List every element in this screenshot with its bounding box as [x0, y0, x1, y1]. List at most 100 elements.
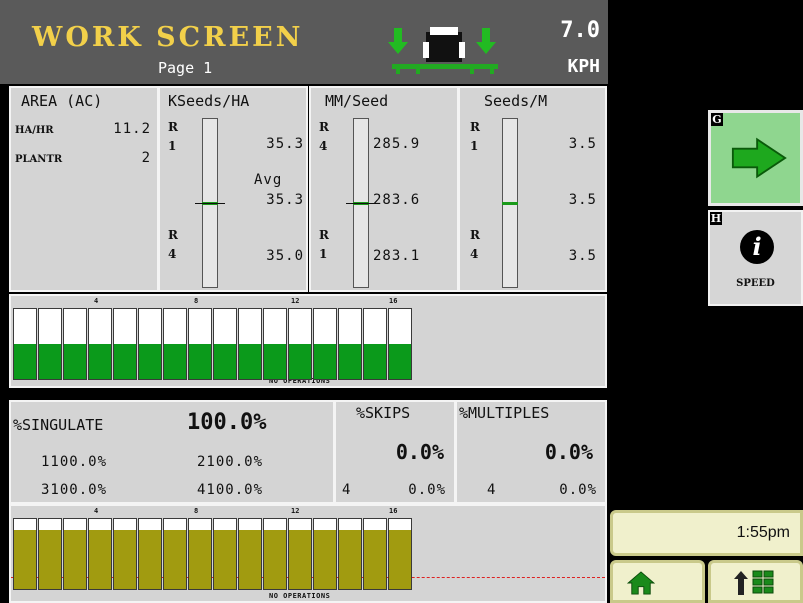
speed-info-button[interactable]: H i SPEED	[708, 210, 803, 306]
area-title: AREA (AC)	[21, 92, 103, 110]
row-bar	[63, 518, 87, 590]
gauge-avg-value: 283.6	[373, 192, 421, 208]
gauge-marker	[502, 202, 518, 205]
multiples-panel: %MULTIPLES 0.0% 4 0.0%	[455, 400, 607, 504]
row-axis-label: 8	[194, 297, 199, 305]
row-bar-fill	[64, 529, 86, 589]
gauge-bottom-value: 3.5	[568, 248, 597, 264]
mm-seed-gauge-panel: MM/Seed R 4 285.9 283.6 R 1 283.1	[309, 86, 459, 292]
menu-up-icon	[734, 570, 774, 595]
row-bar-fill	[314, 344, 336, 379]
gauge-top-row-label: R 4	[319, 120, 329, 153]
row-bar-fill	[189, 529, 211, 589]
row-bar-fill	[39, 529, 61, 589]
row-bar-fill	[114, 529, 136, 589]
gauge-bar	[195, 118, 225, 288]
gauge-title: KSeeds/HA	[168, 92, 250, 110]
gauge-avg-value: 3.5	[568, 192, 597, 208]
gauge-bar	[502, 118, 518, 288]
row-bar	[163, 308, 187, 380]
row-bar-fill	[239, 529, 261, 589]
skips-label: %SKIPS	[356, 404, 411, 422]
row-bar-fill	[39, 344, 61, 379]
singulate-row: 3100.0%	[41, 482, 108, 498]
multiples-label: %MULTIPLES	[459, 404, 550, 422]
gauge-top-value: 35.3	[266, 136, 304, 152]
row-bar	[188, 518, 212, 590]
gauge-avg-tick	[195, 203, 225, 204]
singulate-row: 2100.0%	[197, 454, 264, 470]
page-label: Page 1	[158, 59, 213, 77]
arrow-right-icon	[731, 137, 787, 179]
multiples-value: 0.0%	[544, 440, 593, 464]
gauge-avg-value: 35.3	[266, 192, 304, 208]
row-bar-fill	[139, 529, 161, 589]
multiples-row-label: 4	[487, 482, 497, 498]
row-axis-label: 4	[94, 297, 99, 305]
row-bar	[388, 308, 412, 380]
row-status-chart-top: 4 8 12 16 NO OPERATIONS	[9, 294, 607, 388]
gauge-bottom-value: 35.0	[266, 248, 304, 264]
row-bar	[213, 518, 237, 590]
softkey-letter: H	[710, 212, 722, 225]
row-bar	[113, 518, 137, 590]
gauge-title: Seeds/M	[484, 92, 548, 110]
row-bar-fill	[339, 529, 361, 589]
row-bar	[213, 308, 237, 380]
gauge-bottom-row-label: R 4	[168, 228, 178, 261]
speed-button-label: SPEED	[736, 278, 775, 289]
singulate-row: 4100.0%	[197, 482, 264, 498]
row-bar-fill	[164, 529, 186, 589]
row-bar	[138, 308, 162, 380]
row-bar	[63, 308, 87, 380]
row-bar-fill	[64, 344, 86, 379]
speed-unit: KPH	[567, 56, 600, 77]
row-bar	[238, 308, 262, 380]
singulate-row: 1100.0%	[41, 454, 108, 470]
row-bar-fill	[364, 344, 386, 379]
area-row-label: PLANTR	[15, 154, 63, 165]
row-bar-fill	[239, 344, 261, 379]
row-bar	[263, 308, 287, 380]
gauge-avg-tick	[346, 203, 376, 204]
area-row-label: HA/HR	[15, 125, 54, 136]
gauge-top-value: 285.9	[373, 136, 421, 152]
row-status-chart-bottom: 4 8 12 16 NO OPERATIONS	[9, 504, 607, 603]
menu-button[interactable]	[708, 560, 803, 603]
next-page-button[interactable]: G	[708, 110, 803, 206]
gauge-top-row-label: R 1	[168, 120, 178, 153]
softkey-letter: G	[711, 113, 723, 126]
row-bar	[313, 518, 337, 590]
singulation-panel: %SINGULATE 100.0% 1100.0% 2100.0% 3100.0…	[9, 400, 335, 504]
row-bar-fill	[214, 529, 236, 589]
row-axis-label: 12	[291, 507, 300, 515]
gauge-title: MM/Seed	[325, 92, 389, 110]
speed-value: 7.0	[560, 18, 600, 43]
row-axis-label: 12	[291, 297, 300, 305]
row-bar-fill	[114, 344, 136, 379]
skips-value: 0.0%	[395, 440, 444, 464]
home-icon	[627, 571, 655, 595]
row-axis-label: 4	[94, 507, 99, 515]
row-bar-fill	[339, 344, 361, 379]
row-bar	[363, 518, 387, 590]
header-bar: WORK SCREEN Page 1 7.0 KPH	[0, 0, 608, 84]
singulate-label: %SINGULATE	[13, 416, 104, 434]
row-bar	[338, 308, 362, 380]
gauge-bar	[346, 118, 376, 288]
row-bar-fill	[214, 344, 236, 379]
row-bar-fill	[164, 344, 186, 379]
row-bar-fill	[389, 344, 411, 379]
row-bar	[388, 518, 412, 590]
row-bar	[38, 518, 62, 590]
row-bar-fill	[14, 529, 36, 589]
home-button[interactable]	[610, 560, 705, 603]
row-bar	[38, 308, 62, 380]
row-bar-fill	[389, 529, 411, 589]
gauge-bottom-row-label: R 4	[470, 228, 480, 261]
row-bar	[188, 308, 212, 380]
row-bar-fill	[289, 344, 311, 379]
skips-row-label: 4	[342, 482, 352, 498]
skips-row-value: 0.0%	[408, 482, 446, 498]
row-bar-fill	[89, 344, 111, 379]
